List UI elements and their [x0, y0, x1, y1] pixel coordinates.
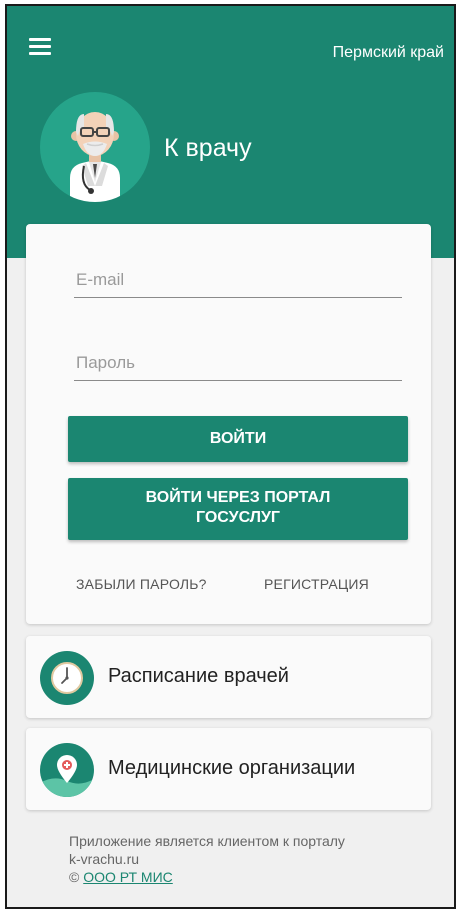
clock-icon	[40, 651, 94, 705]
doctor-schedule-card[interactable]: Расписание врачей	[26, 636, 431, 718]
company-link[interactable]: ООО РТ МИС	[83, 869, 173, 885]
medical-organizations-label: Медицинские организации	[108, 757, 356, 779]
footer-line2: k-vrachu.ru	[69, 851, 140, 867]
app-title: К врачу	[164, 134, 252, 162]
doctor-schedule-label: Расписание врачей	[108, 665, 289, 687]
copyright-symbol: ©	[69, 869, 80, 885]
gosuslugi-button-line1: ВОЙТИ ЧЕРЕЗ ПОРТАЛ	[145, 489, 331, 506]
password-input[interactable]	[74, 345, 402, 381]
login-card: ВОЙТИ ВОЙТИ ЧЕРЕЗ ПОРТАЛ ГОСУСЛУГ ЗАБЫЛИ…	[26, 224, 431, 624]
region-selector[interactable]: Пермский край	[333, 44, 444, 62]
gosuslugi-login-button[interactable]: ВОЙТИ ЧЕРЕЗ ПОРТАЛ ГОСУСЛУГ	[68, 478, 408, 540]
hamburger-menu-icon[interactable]	[29, 38, 51, 56]
doctor-avatar-icon	[40, 92, 150, 202]
medical-organizations-card[interactable]: Медицинские организации	[26, 728, 431, 810]
gosuslugi-button-line2: ГОСУСЛУГ	[195, 509, 280, 526]
footer: Приложение является клиентом к порталу k…	[69, 832, 345, 886]
footer-line1: Приложение является клиентом к порталу	[69, 833, 345, 849]
email-input[interactable]	[74, 262, 402, 298]
location-pin-icon	[40, 743, 94, 797]
app-screen: Пермский край К врачу E-mail ВОЙТИ ВОЙТИ…	[5, 4, 456, 909]
login-button[interactable]: ВОЙТИ	[68, 416, 408, 462]
forgot-password-link[interactable]: ЗАБЫЛИ ПАРОЛЬ?	[76, 576, 207, 592]
app-header: Пермский край К врачу	[7, 6, 454, 258]
register-link[interactable]: РЕГИСТРАЦИЯ	[264, 576, 369, 592]
footer-copyright-line: © ООО РТ МИС	[69, 868, 345, 886]
